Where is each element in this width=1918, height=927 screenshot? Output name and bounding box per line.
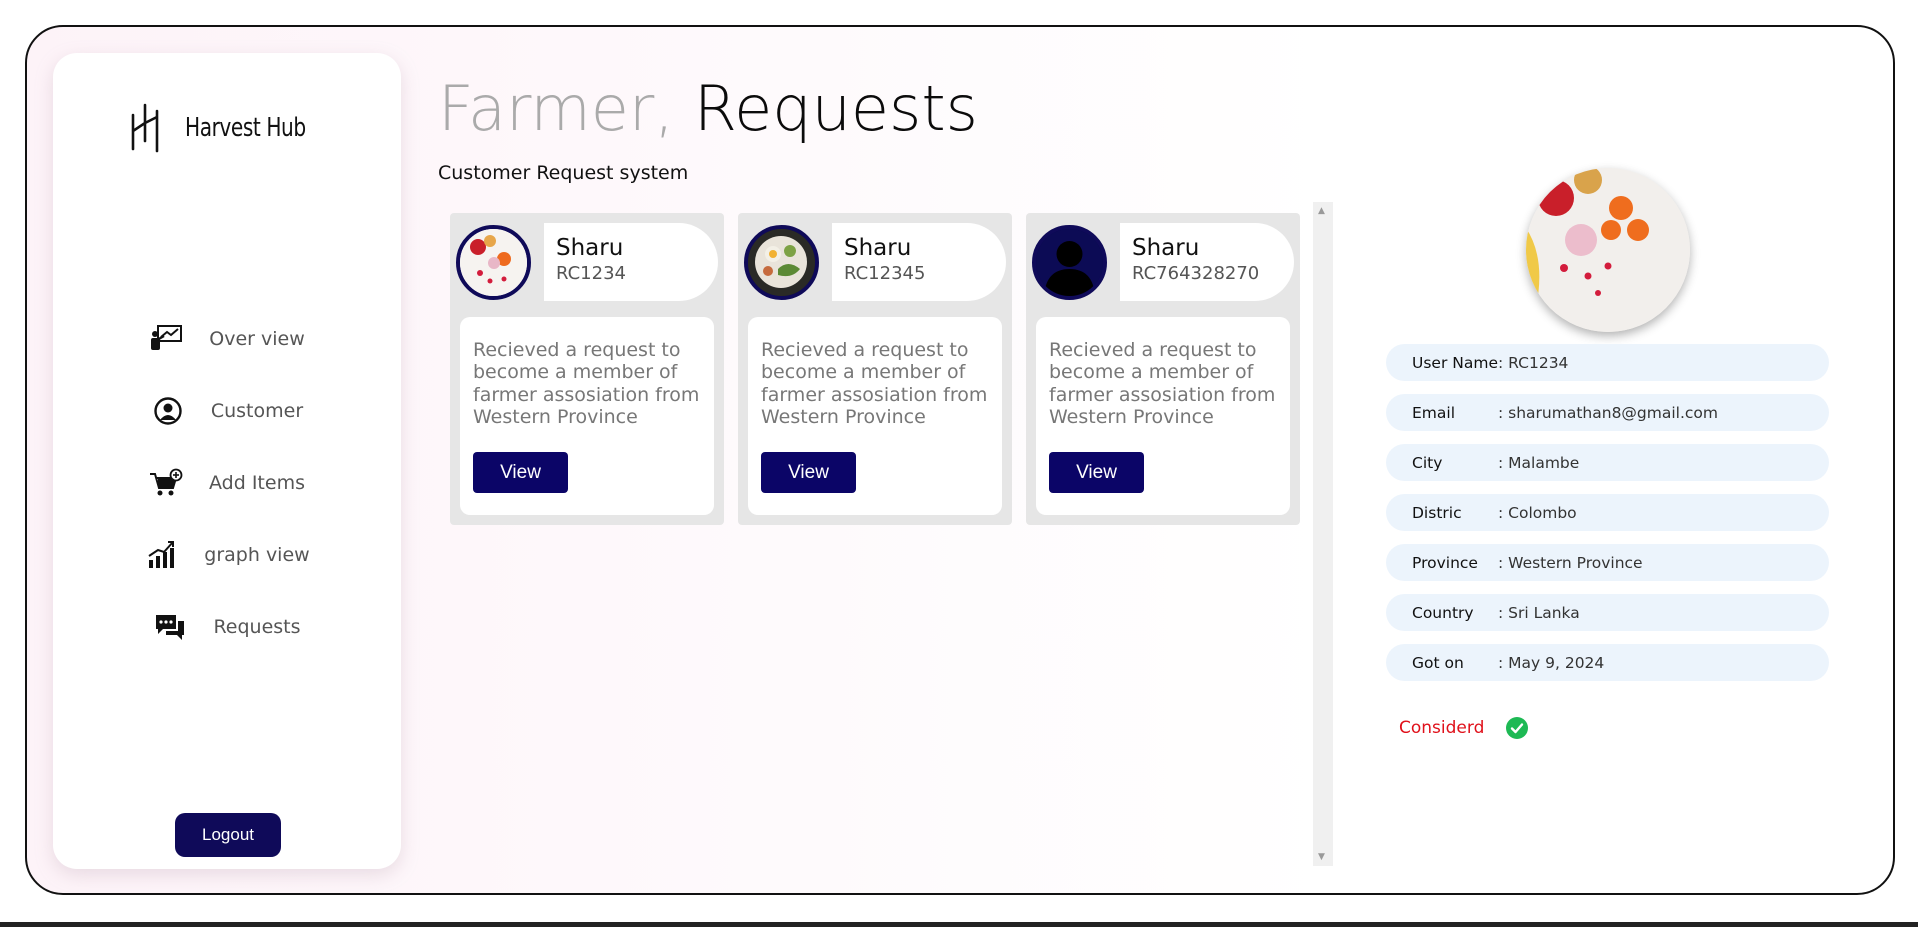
request-card-header: Sharu RC12345 — [744, 223, 1006, 301]
sidebar-item-graph-view[interactable]: graph view — [53, 519, 401, 591]
view-button[interactable]: View — [761, 452, 856, 493]
bar-graph-icon — [144, 538, 178, 572]
app-frame: Harvest Hub Over view Customer Add Items… — [25, 25, 1895, 895]
logout-button[interactable]: Logout — [175, 813, 281, 857]
view-button[interactable]: View — [473, 452, 568, 493]
sidebar-item-label: Customer — [210, 400, 304, 422]
detail-key: Email — [1412, 403, 1456, 422]
avatar — [456, 225, 531, 300]
bottom-border — [0, 922, 1918, 927]
scroll-down-icon[interactable]: ▼ — [1318, 852, 1325, 862]
avatar — [744, 225, 819, 300]
page-title-prefix: Farmer, — [438, 72, 675, 145]
request-list: Sharu RC1234 Recieved a request to becom… — [450, 203, 1330, 893]
request-card-body: Recieved a request to become a member of… — [460, 317, 714, 515]
presentation-chart-icon — [149, 322, 183, 356]
detail-row-city: City : Malambe — [1386, 444, 1829, 481]
view-button[interactable]: View — [1049, 452, 1144, 493]
detail-key: City — [1412, 453, 1443, 472]
user-circle-icon — [151, 394, 185, 428]
detail-value: : Sri Lanka — [1498, 603, 1580, 622]
detail-value: : May 9, 2024 — [1498, 653, 1605, 672]
cart-plus-icon — [149, 466, 183, 500]
sidebar-item-overview[interactable]: Over view — [53, 303, 401, 375]
scroll-up-icon[interactable]: ▲ — [1318, 206, 1325, 216]
request-card: Sharu RC1234 Recieved a request to becom… — [450, 213, 724, 525]
request-card: Sharu RC764328270 Recieved a request to … — [1026, 213, 1300, 525]
request-message: Recieved a request to become a member of… — [761, 339, 988, 429]
requester-code: RC764328270 — [1132, 262, 1260, 284]
page-subtitle: Customer Request system — [438, 162, 689, 184]
detail-value: : sharumathan8@gmail.com — [1498, 403, 1719, 422]
sidebar-item-label: Over view — [209, 328, 305, 350]
detail-value: : Malambe — [1498, 453, 1580, 472]
request-list-scrollbar[interactable]: ▲ ▼ — [1313, 202, 1333, 866]
page-title-main: Requests — [693, 72, 978, 145]
requester-name: Sharu — [844, 235, 912, 261]
sidebar: Harvest Hub Over view Customer Add Items… — [53, 53, 401, 869]
detail-row-username: User Name : RC1234 — [1386, 344, 1829, 381]
sidebar-item-add-items[interactable]: Add Items — [53, 447, 401, 519]
requester-name: Sharu — [1132, 235, 1200, 261]
detail-row-email: Email : sharumathan8@gmail.com — [1386, 394, 1829, 431]
detail-avatar — [1526, 168, 1690, 332]
request-card-body: Recieved a request to become a member of… — [1036, 317, 1290, 515]
hh-logo-icon — [131, 103, 159, 153]
detail-row-province: Province : Western Province — [1386, 544, 1829, 581]
detail-value: : RC1234 — [1498, 353, 1569, 372]
detail-key: Province — [1412, 553, 1478, 572]
sidebar-item-label: Add Items — [209, 472, 305, 494]
sidebar-item-label: Requests — [213, 616, 301, 638]
brand[interactable]: Harvest Hub — [127, 101, 325, 155]
detail-row-country: Country : Sri Lanka — [1386, 594, 1829, 631]
request-card-namebox: Sharu RC12345 — [832, 223, 1006, 301]
detail-row-got-on: Got on : May 9, 2024 — [1386, 644, 1829, 681]
sidebar-item-customer[interactable]: Customer — [53, 375, 401, 447]
requester-name: Sharu — [556, 235, 624, 261]
request-card-body: Recieved a request to become a member of… — [748, 317, 1002, 515]
status-row: Considerd — [1399, 717, 1529, 739]
sidebar-item-requests[interactable]: Requests — [53, 591, 401, 663]
brand-name: Harvest Hub — [185, 113, 306, 143]
request-card-header: Sharu RC764328270 — [1032, 223, 1294, 301]
detail-key: Distric — [1412, 503, 1462, 522]
requester-code: RC1234 — [556, 262, 626, 284]
request-card-namebox: Sharu RC764328270 — [1120, 223, 1294, 301]
detail-value: : Colombo — [1498, 503, 1577, 522]
chat-bubbles-icon — [153, 610, 187, 644]
sidebar-item-label: graph view — [204, 544, 310, 566]
request-message: Recieved a request to become a member of… — [1049, 339, 1276, 429]
detail-row-district: Distric : Colombo — [1386, 494, 1829, 531]
avatar — [1032, 225, 1107, 300]
request-card-header: Sharu RC1234 — [456, 223, 718, 301]
page-title: Farmer, Requests — [438, 78, 978, 140]
detail-key: User Name — [1412, 353, 1498, 372]
requester-code: RC12345 — [844, 262, 926, 284]
detail-key: Country — [1412, 603, 1474, 622]
sidebar-nav: Over view Customer Add Items graph view … — [53, 303, 401, 663]
detail-value: : Western Province — [1498, 553, 1643, 572]
green-check-circle-icon — [1506, 717, 1529, 739]
request-message: Recieved a request to become a member of… — [473, 339, 700, 429]
request-card: Sharu RC12345 Recieved a request to beco… — [738, 213, 1012, 525]
status-text: Considerd — [1399, 718, 1485, 738]
customer-details: User Name : RC1234 Email : sharumathan8@… — [1386, 344, 1829, 694]
detail-key: Got on — [1412, 653, 1464, 672]
request-card-namebox: Sharu RC1234 — [544, 223, 718, 301]
